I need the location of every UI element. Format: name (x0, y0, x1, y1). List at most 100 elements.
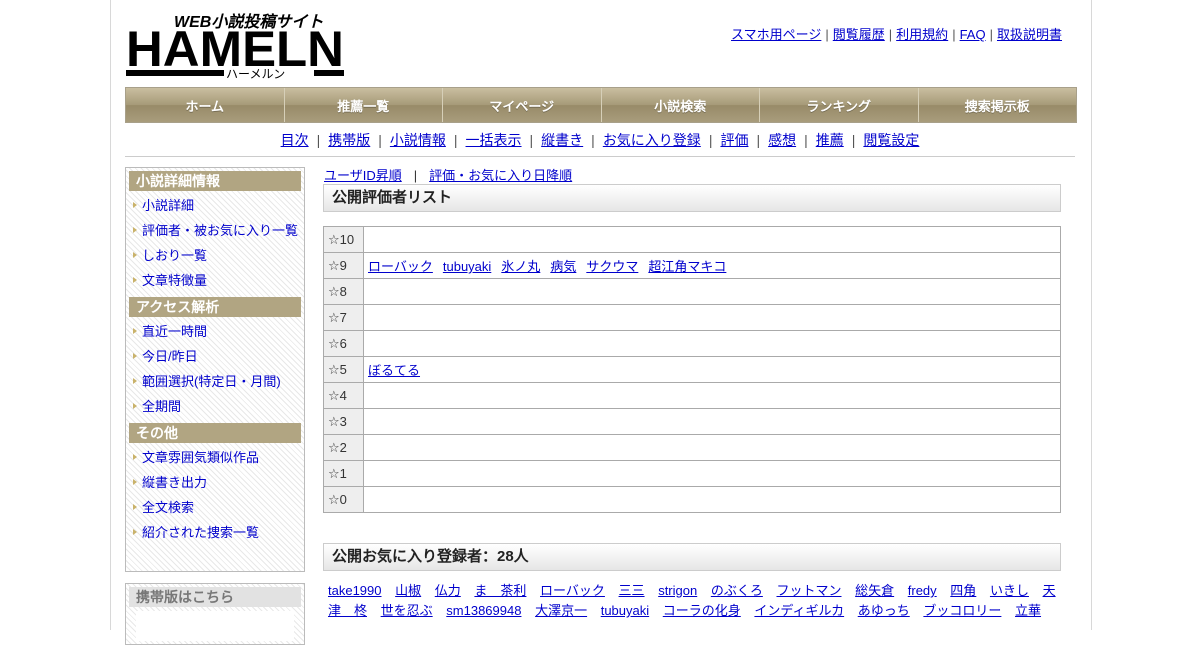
rating-label: ☆1 (323, 460, 364, 487)
sidebar-item-alltime[interactable]: 全期間 (126, 394, 304, 419)
nav-board[interactable]: 捜索掲示板 (919, 88, 1077, 122)
favorite-user-link[interactable]: 大澤京一 (535, 603, 587, 618)
sidebar-item-similar[interactable]: 文章雰囲気類似作品 (126, 445, 304, 470)
rating-label: ☆6 (323, 330, 364, 357)
sidebar-heading-mobile: 携帯版はこちら (129, 587, 301, 607)
favorite-user-link[interactable]: take1990 (328, 583, 382, 598)
favorite-user-link[interactable]: 山椒 (395, 583, 421, 598)
site-logo[interactable]: WEB小説投稿サイト HAMELN ハーメルン (126, 10, 346, 81)
favorite-user-link[interactable]: あゆっち (858, 603, 910, 618)
favorite-user-link[interactable]: のぶくろ (711, 583, 763, 598)
link-faq[interactable]: FAQ (960, 27, 986, 42)
sort-by-date[interactable]: 評価・お気に入り日降順 (429, 168, 572, 183)
subnav-all[interactable]: 一括表示 (466, 132, 522, 148)
table-row: ☆7 (323, 304, 1061, 331)
favorite-list-title: 公開お気に入り登録者：28人 (323, 543, 1061, 571)
rater-link[interactable]: サクウマ (586, 259, 638, 274)
table-row: ☆6 (323, 330, 1061, 357)
favorite-user-link[interactable]: sm13869948 (446, 603, 521, 618)
subnav-recommend[interactable]: 推薦 (816, 132, 844, 148)
sidebar-menu: 小説詳細情報 小説詳細 評価者・被お気に入り一覧 しおり一覧 文章特徴量 アクセ… (125, 167, 305, 572)
favorite-user-link[interactable]: コーラの化身 (663, 603, 741, 618)
subnav-vertical[interactable]: 縦書き (541, 132, 583, 148)
nav-search[interactable]: 小説検索 (602, 88, 760, 122)
sidebar-item-features[interactable]: 文章特徴量 (126, 268, 304, 293)
favorite-user-link[interactable]: 総矢倉 (855, 583, 894, 598)
main-content: ユーザID昇順 | 評価・お気に入り日降順 公開評価者リスト ☆10 ☆9 ローバック t… (323, 165, 1061, 621)
favorite-user-link[interactable]: ま 茶利 (474, 583, 526, 598)
nav-mypage[interactable]: マイページ (443, 88, 602, 122)
subnav-mobile[interactable]: 携帯版 (328, 132, 370, 148)
rater-link[interactable]: ローバック (368, 259, 433, 274)
link-history[interactable]: 閲覧履歴 (833, 27, 885, 42)
nav-home[interactable]: ホーム (126, 88, 285, 122)
rater-names (363, 278, 1061, 305)
table-row: ☆0 (323, 486, 1061, 513)
subnav-toc[interactable]: 目次 (281, 132, 309, 148)
sidebar-item-today[interactable]: 今日/昨日 (126, 344, 304, 369)
rater-names (363, 434, 1061, 461)
sidebar-heading-details: 小説詳細情報 (129, 171, 301, 191)
favorite-user-link[interactable]: ブッコロリー (923, 603, 1001, 618)
rater-names (363, 226, 1061, 253)
link-smartphone[interactable]: スマホ用ページ (731, 27, 821, 42)
global-nav: ホーム 推薦一覧 マイページ 小説検索 ランキング 捜索掲示板 (125, 87, 1077, 123)
rater-names: ローバック tubuyaki 氷ノ丸 病気 サクウマ 超江角マキコ (363, 252, 1061, 279)
link-terms[interactable]: 利用規約 (896, 27, 948, 42)
favorite-user-link[interactable]: fredy (908, 583, 937, 598)
rater-names (363, 486, 1061, 513)
favorite-user-link[interactable]: 仏力 (435, 583, 461, 598)
rating-label: ☆5 (323, 356, 364, 383)
favorite-user-link[interactable]: strigon (658, 583, 697, 598)
rater-link[interactable]: 病気 (550, 259, 576, 274)
favorite-user-link[interactable]: tubuyaki (601, 603, 649, 618)
sidebar-item-fulltext[interactable]: 全文検索 (126, 495, 304, 520)
favorite-user-link[interactable]: フットマン (776, 583, 841, 598)
table-row: ☆10 (323, 226, 1061, 253)
sidebar-item-raters[interactable]: 評価者・被お気に入り一覧 (126, 218, 304, 243)
table-row: ☆3 (323, 408, 1061, 435)
rater-names (363, 460, 1061, 487)
nav-ranking[interactable]: ランキング (760, 88, 919, 122)
rating-label: ☆0 (323, 486, 364, 513)
favorite-user-link[interactable]: 立華 (1015, 603, 1041, 618)
sidebar-item-bookmarks[interactable]: しおり一覧 (126, 243, 304, 268)
table-row: ☆5 ぼるてる (323, 356, 1061, 383)
sidebar-item-details[interactable]: 小説詳細 (126, 193, 304, 218)
sort-by-userid[interactable]: ユーザID昇順 (324, 168, 402, 183)
sidebar-item-vertical-output[interactable]: 縦書き出力 (126, 470, 304, 495)
nav-recommend[interactable]: 推薦一覧 (285, 88, 443, 122)
sort-links: ユーザID昇順 | 評価・お気に入り日降順 (324, 168, 573, 183)
subnav-review[interactable]: 感想 (768, 132, 796, 148)
rater-link[interactable]: 超江角マキコ (648, 259, 726, 274)
favorite-user-link[interactable]: 四角 (950, 583, 976, 598)
subnav-settings[interactable]: 閲覧設定 (863, 132, 919, 148)
table-row: ☆1 (323, 460, 1061, 487)
favorite-user-link[interactable]: 世を忍ぶ (381, 603, 433, 618)
rating-label: ☆7 (323, 304, 364, 331)
favorite-user-link[interactable]: インディギルカ (754, 603, 844, 618)
rater-names (363, 382, 1061, 409)
rating-table: ☆10 ☆9 ローバック tubuyaki 氷ノ丸 病気 サクウマ 超江角マキコ ☆8 ☆7 ☆6 ☆… (323, 226, 1061, 513)
favorite-user-link[interactable]: いきし (990, 583, 1029, 598)
sidebar-item-range[interactable]: 範囲選択(特定日・月間) (126, 369, 304, 394)
rating-label: ☆3 (323, 408, 364, 435)
rater-names (363, 304, 1061, 331)
table-row: ☆2 (323, 434, 1061, 461)
sidebar-heading-access: アクセス解析 (129, 297, 301, 317)
sidebar-item-searches[interactable]: 紹介された捜索一覧 (126, 520, 304, 545)
rating-label: ☆4 (323, 382, 364, 409)
subnav-rate[interactable]: 評価 (720, 132, 748, 148)
rater-names: ぼるてる (363, 356, 1061, 383)
subnav-favorite[interactable]: お気に入り登録 (603, 132, 701, 148)
link-manual[interactable]: 取扱説明書 (997, 27, 1062, 42)
subnav-info[interactable]: 小説情報 (390, 132, 446, 148)
sidebar-item-hour[interactable]: 直近一時間 (126, 319, 304, 344)
rater-link[interactable]: tubuyaki (443, 259, 491, 274)
rater-link[interactable]: ぼるてる (368, 363, 420, 378)
favorite-user-link[interactable]: 三三 (619, 583, 645, 598)
rater-link[interactable]: 氷ノ丸 (501, 259, 540, 274)
rating-label: ☆9 (323, 252, 364, 279)
favorite-user-link[interactable]: ローバック (540, 583, 605, 598)
logo-reading: ハーメルン (226, 67, 285, 80)
